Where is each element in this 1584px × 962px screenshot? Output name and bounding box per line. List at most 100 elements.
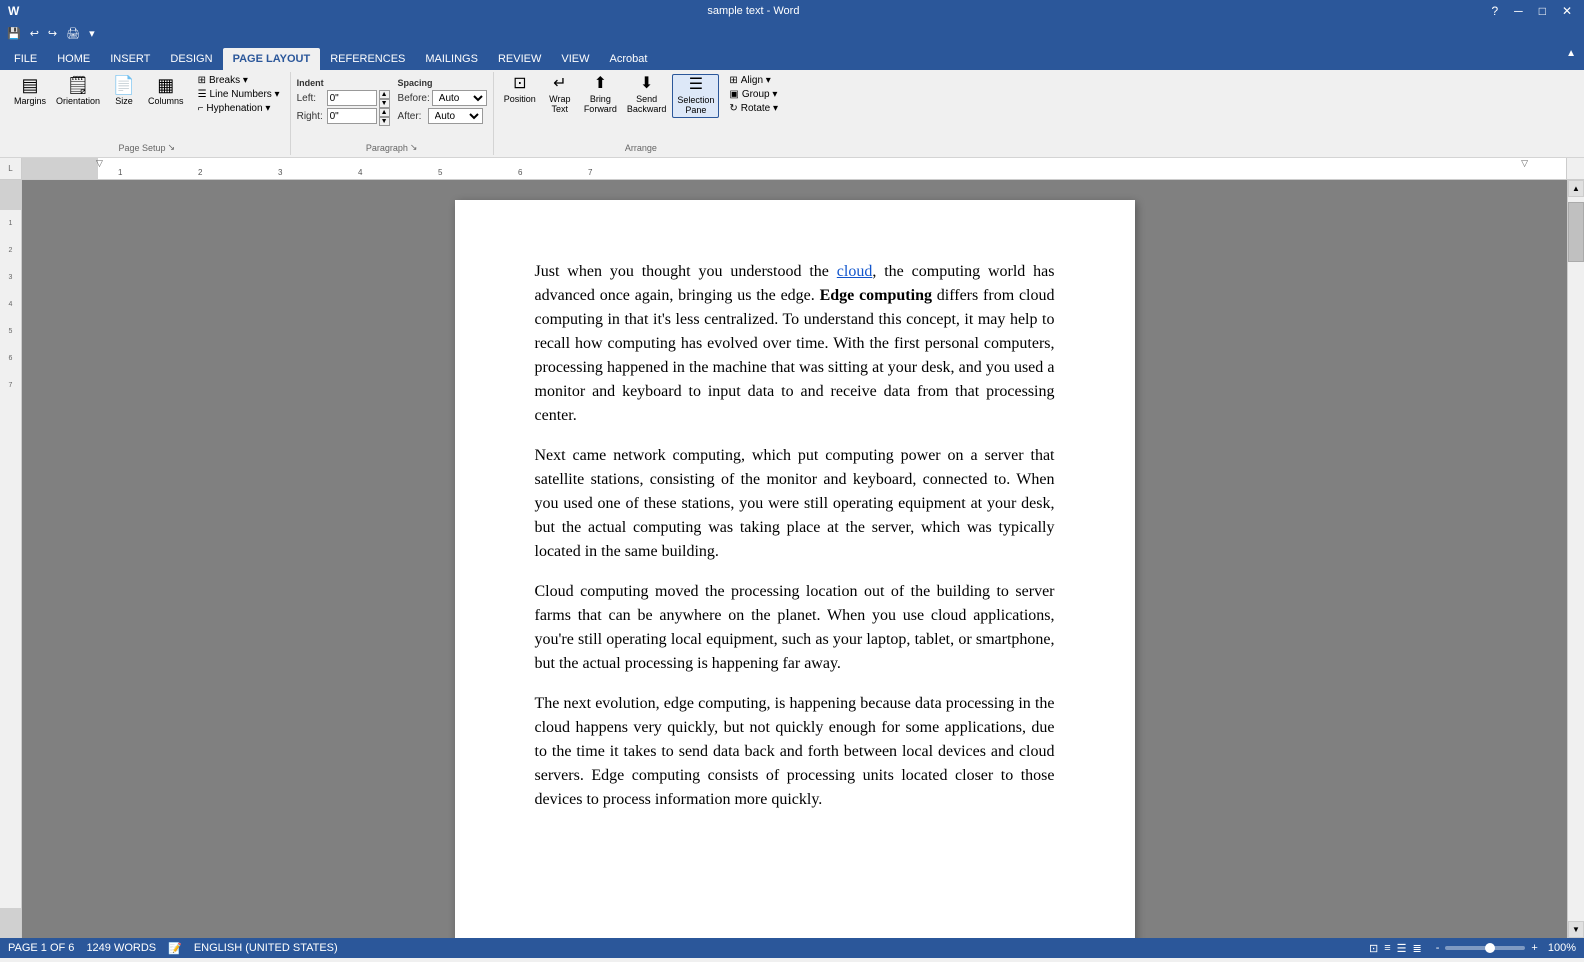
scroll-up-button[interactable]: ▲ [1568, 180, 1584, 197]
ruler-tick-1: 1 [118, 168, 122, 177]
title-bar: W sample text - Word ? ─ □ ✕ [0, 0, 1584, 22]
indent-left-up[interactable]: ▲ [379, 90, 390, 99]
indent-right-input[interactable] [327, 108, 377, 124]
margins-button[interactable]: ▤ Margins [10, 74, 50, 108]
ruler-left-margin [22, 158, 98, 179]
view-draft-icon[interactable]: ≣ [1413, 942, 1422, 955]
size-button[interactable]: 📄 Size [106, 74, 142, 108]
group-button[interactable]: ▣ Group ▾ [725, 88, 782, 101]
paragraph-3: Cloud computing moved the processing loc… [535, 580, 1055, 676]
document-area[interactable]: Just when you thought you understood the… [22, 180, 1567, 938]
zoom-thumb[interactable] [1485, 943, 1495, 953]
indent-right-down[interactable]: ▼ [379, 117, 390, 126]
spacing-after-label: After: [398, 111, 426, 122]
orientation-button[interactable]: 🗒 Orientation [52, 74, 104, 108]
line-numbers-button[interactable]: ☰ Line Numbers ▾ [194, 88, 284, 101]
zoom-slider[interactable] [1445, 946, 1525, 950]
indent-right-up[interactable]: ▲ [379, 108, 390, 117]
status-left: PAGE 1 OF 6 1249 WORDS 📝 ENGLISH (UNITED… [8, 942, 338, 955]
breaks-button[interactable]: ⊞ Breaks ▾ [194, 74, 284, 87]
qat-print-button[interactable]: 🖨 [63, 26, 83, 41]
indent-block: Indent Left: ▲ ▼ Right: ▲ [297, 78, 390, 124]
send-backward-button[interactable]: ⬇ SendBackward [623, 74, 671, 116]
scroll-thumb[interactable] [1568, 202, 1584, 262]
wrap-text-button[interactable]: ↵ WrapText [542, 74, 578, 116]
indent-right-label: Right: [297, 111, 325, 122]
page-setup-dialog-icon[interactable]: ↘ [168, 142, 176, 153]
indent-right-row: Right: ▲ ▼ [297, 108, 390, 124]
tab-file[interactable]: FILE [4, 48, 47, 70]
qat-undo-button[interactable]: ↩ [27, 26, 42, 41]
columns-button[interactable]: ▦ Columns [144, 74, 188, 108]
indent-left-row: Left: ▲ ▼ [297, 90, 390, 106]
wrap-text-icon: ↵ [553, 76, 566, 92]
group-icon: ▣ [729, 89, 738, 100]
ruler-tick-6: 6 [518, 168, 522, 177]
cloud-link[interactable]: cloud [837, 263, 873, 280]
zoom-out-button[interactable]: - [1436, 942, 1440, 954]
ruler-left-indent-marker[interactable]: ▽ [96, 158, 103, 169]
wrap-text-label: WrapText [549, 94, 570, 114]
spacing-before-label: Before: [398, 93, 430, 104]
tab-page-layout[interactable]: PAGE LAYOUT [223, 48, 321, 70]
position-button[interactable]: ⊡ Position [500, 74, 540, 106]
vruler-tick-7: 7 [9, 382, 13, 389]
paragraph-dialog-icon[interactable]: ↘ [410, 142, 418, 153]
align-button[interactable]: ⊞ Align ▾ [725, 74, 782, 87]
spacing-before-row: Before: Auto 0pt 6pt 12pt [398, 90, 487, 106]
ruler-corner-toggle[interactable]: L [0, 158, 21, 179]
tab-acrobat[interactable]: Acrobat [599, 48, 657, 70]
tab-design[interactable]: DESIGN [160, 48, 222, 70]
page-indicator: PAGE 1 OF 6 [8, 942, 74, 955]
rotate-button[interactable]: ↻ Rotate ▾ [725, 102, 782, 115]
minimize-icon[interactable]: ─ [1510, 4, 1527, 18]
size-label: Size [115, 96, 133, 106]
view-print-icon[interactable]: ⊡ [1369, 942, 1378, 955]
hyphenation-button[interactable]: ⌐ Hyphenation ▾ [194, 102, 284, 115]
close-icon[interactable]: ✕ [1558, 4, 1576, 18]
bring-forward-button[interactable]: ⬆ BringForward [580, 74, 621, 116]
columns-label: Columns [148, 96, 184, 106]
qat-save-button[interactable]: 💾 [4, 26, 24, 41]
qat-redo-button[interactable]: ↪ [45, 26, 60, 41]
document-title: sample text - Word [707, 5, 799, 17]
spacing-after-select[interactable]: Auto 0pt 6pt 12pt [428, 108, 483, 124]
spacing-before-select[interactable]: Auto 0pt 6pt 12pt [432, 90, 487, 106]
tab-insert[interactable]: INSERT [100, 48, 160, 70]
arrange-col3: ⬆ BringForward [580, 74, 621, 116]
ribbon-tab-expand[interactable]: ▲ [657, 48, 1580, 70]
indent-left-down[interactable]: ▼ [379, 99, 390, 108]
zoom-in-button[interactable]: + [1531, 942, 1537, 954]
tab-view[interactable]: VIEW [551, 48, 599, 70]
page-setup-col3: 📄 Size [106, 74, 142, 108]
ruler-right-indent-marker[interactable]: ▽ [1521, 158, 1528, 169]
scroll-track[interactable] [1568, 197, 1584, 921]
paragraph-1: Just when you thought you understood the… [535, 260, 1055, 428]
help-icon[interactable]: ? [1487, 4, 1502, 18]
view-outline-icon[interactable]: ☰ [1397, 942, 1407, 955]
tab-references[interactable]: REFERENCES [320, 48, 415, 70]
line-numbers-icon: ☰ [198, 89, 207, 100]
vruler-tick-2: 2 [9, 247, 13, 254]
ruler-content: 1 2 3 4 5 6 7 ▽ ▽ [22, 158, 1567, 179]
restore-icon[interactable]: □ [1535, 4, 1550, 18]
paragraph-label-text: Paragraph [366, 143, 408, 153]
indent-left-input[interactable] [327, 90, 377, 106]
arrange-col1: ⊡ Position [500, 74, 540, 106]
tab-home[interactable]: HOME [47, 48, 100, 70]
tab-mailings[interactable]: MAILINGS [415, 48, 488, 70]
view-web-icon[interactable]: ≡ [1384, 942, 1390, 954]
selection-pane-button[interactable]: ☰ SelectionPane [672, 74, 719, 118]
ribbon-collapse-icon[interactable]: ▲ [1566, 48, 1576, 59]
spacing-block: Spacing Before: Auto 0pt 6pt 12pt After: [398, 78, 487, 124]
indent-left-label: Left: [297, 93, 325, 104]
indent-left-spinner: ▲ ▼ [379, 90, 390, 106]
main-area: 1 2 3 4 5 6 7 Just when you thought you … [0, 180, 1584, 938]
send-backward-icon: ⬇ [640, 76, 653, 92]
vruler-tick-5: 5 [9, 328, 13, 335]
paragraph-label: Paragraph ↘ [297, 142, 487, 153]
qat-customize-button[interactable]: ▾ [86, 26, 98, 41]
tab-review[interactable]: REVIEW [488, 48, 551, 70]
scroll-down-button[interactable]: ▼ [1568, 921, 1584, 938]
group-label: Group ▾ [742, 89, 778, 100]
